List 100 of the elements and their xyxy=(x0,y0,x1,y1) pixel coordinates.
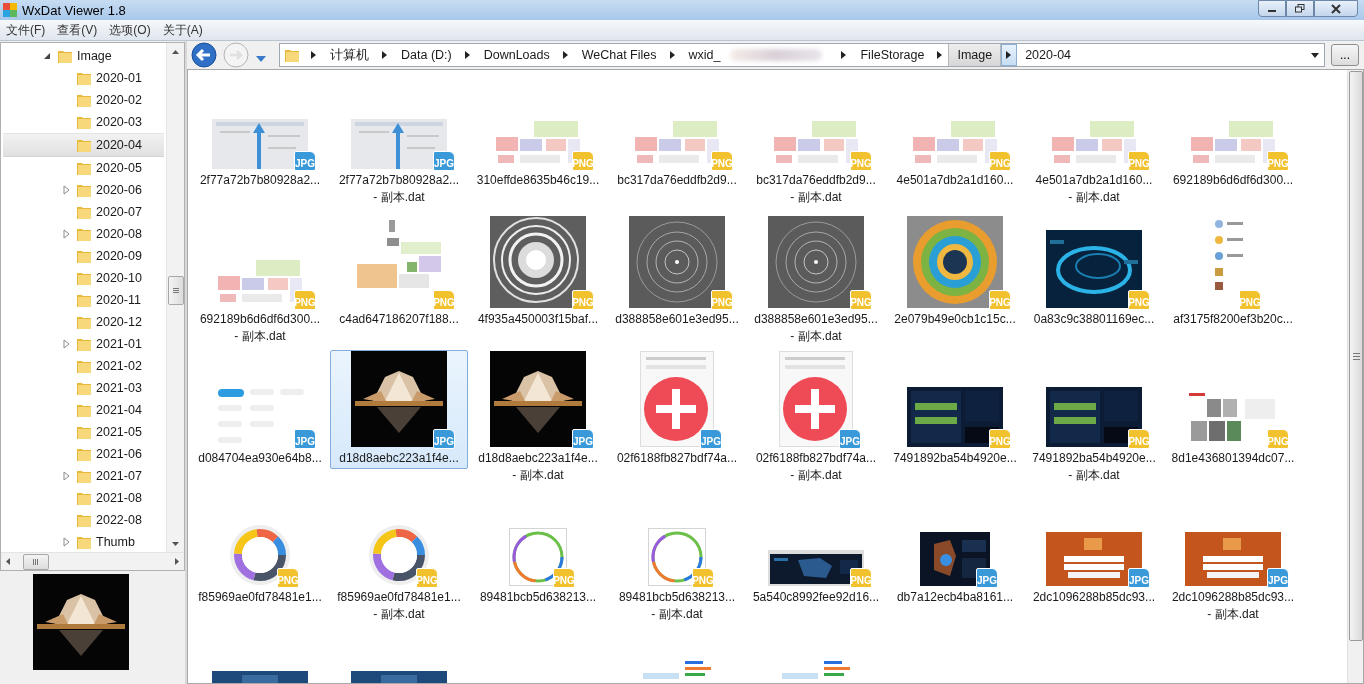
file-type-badge: PNG xyxy=(692,568,714,588)
breadcrumb-segment[interactable]: 计算机 xyxy=(322,44,377,66)
file-item[interactable]: PNG af3175f8200ef3b20c... xyxy=(1164,211,1302,330)
file-item[interactable]: PNG d388858e601e3ed95... xyxy=(608,211,746,330)
tree-item[interactable]: 2020-09 xyxy=(3,245,164,267)
folder-icon xyxy=(76,380,92,396)
tree-item[interactable]: 2020-03 xyxy=(3,111,164,133)
folder-icon xyxy=(76,534,92,550)
file-item[interactable]: JPG 2dc1096288b85dc93... xyxy=(1025,489,1163,608)
address-bar[interactable]: 计算机 Data (D:) DownLoads WeChat Files wxid_ FileStorage Image 2020-04 xyxy=(279,43,1325,67)
expand-arrow-icon[interactable] xyxy=(60,536,72,548)
tree-item[interactable]: 2020-05 xyxy=(3,157,164,179)
tree-item[interactable]: 2020-08 xyxy=(3,223,164,245)
close-button[interactable] xyxy=(1314,0,1358,17)
file-item[interactable]: JPG 02f6188fb827bdf74a... - 副本.dat xyxy=(747,350,885,486)
file-item[interactable]: PNG 4f935a450003f15baf... xyxy=(469,211,607,330)
folder-icon xyxy=(76,160,92,176)
expand-arrow-icon[interactable] xyxy=(60,470,72,482)
address-input[interactable]: 2020-04 xyxy=(1017,44,1306,66)
expand-arrow-icon[interactable] xyxy=(60,184,72,196)
horizontal-scrollbar[interactable] xyxy=(1,552,184,570)
file-item[interactable]: JPG 02f6188fb827bdf74a... xyxy=(608,350,746,469)
tree-item[interactable]: 2021-07 xyxy=(3,465,164,487)
back-button[interactable] xyxy=(191,42,217,68)
file-item[interactable]: PNG 2e079b49e0cb1c15c... xyxy=(886,211,1024,330)
tree-item[interactable]: 2020-10 xyxy=(3,267,164,289)
scrollbar-thumb[interactable] xyxy=(168,276,184,305)
file-item[interactable]: JPG 2dc1096288b85dc93... - 副本.dat xyxy=(1164,489,1302,625)
file-item[interactable]: JPG d18d8aebc223a1f4e... - 副本.dat xyxy=(469,350,607,486)
expand-arrow-icon[interactable] xyxy=(60,338,72,350)
minimize-button[interactable] xyxy=(1258,0,1286,17)
file-item[interactable]: PNG 4e501a7db2a1d160... - 副本.dat xyxy=(1025,72,1163,208)
tree-item[interactable]: 2021-02 xyxy=(3,355,164,377)
tree-item[interactable]: 2021-05 xyxy=(3,421,164,443)
menu-item[interactable]: 文件(F) xyxy=(0,21,52,39)
scrollbar-thumb[interactable] xyxy=(23,554,49,570)
expand-arrow-icon[interactable] xyxy=(60,228,72,240)
breadcrumb-segment[interactable]: FileStorage xyxy=(852,44,933,66)
breadcrumb-segment[interactable]: WeChat Files xyxy=(573,44,665,66)
file-item[interactable]: PNG 89481bcb5d638213... xyxy=(469,489,607,608)
file-name: 2f77a72b7b80928a2... - 副本.dat xyxy=(338,172,460,206)
file-item[interactable]: PNG 692189b6d6df6d300... - 副本.dat xyxy=(191,211,329,347)
tree-item[interactable]: 2020-02 xyxy=(3,89,164,111)
file-item[interactable]: PNG bc317da76eddfb2d9... xyxy=(608,72,746,191)
breadcrumb-segment[interactable]: Image xyxy=(948,44,1002,66)
file-type-badge: JPG xyxy=(294,429,316,449)
file-name: db7a12ecb4ba8161... xyxy=(896,589,1014,606)
file-item[interactable]: PNG 7491892ba54b4920e... xyxy=(886,350,1024,469)
file-item[interactable]: PNG 310effde8635b46c19... xyxy=(469,72,607,191)
file-item[interactable]: PNG bc317da76eddfb2d9... - 副本.dat xyxy=(747,72,885,208)
file-type-badge: PNG xyxy=(989,151,1011,171)
file-item[interactable]: PNG 692189b6d6df6d300... xyxy=(1164,72,1302,191)
file-item[interactable]: JPG 2f77a72b7b80928a2... xyxy=(191,72,329,191)
menu-item[interactable]: 查看(V) xyxy=(51,21,104,39)
file-name: af3175f8200ef3b20c... xyxy=(1173,311,1293,328)
chevron-icon[interactable] xyxy=(1001,44,1018,66)
tree-item[interactable]: 2021-01 xyxy=(3,333,164,355)
browse-button[interactable]: ... xyxy=(1331,44,1359,66)
breadcrumb-segment[interactable]: Data (D:) xyxy=(393,44,460,66)
tree-item[interactable]: Image xyxy=(3,45,164,67)
file-item[interactable]: PNG 5a540c8992fee92d16... xyxy=(747,489,885,608)
file-item[interactable]: JPG 2f77a72b7b80928a2... - 副本.dat xyxy=(330,72,468,208)
tree-item[interactable]: 2021-04 xyxy=(3,399,164,421)
file-item[interactable]: PNG c4ad647186207f188... xyxy=(330,211,468,330)
vertical-scrollbar[interactable] xyxy=(166,43,184,552)
tree-item[interactable]: 2020-11 xyxy=(3,289,164,311)
scroll-left-icon[interactable] xyxy=(6,558,10,565)
tree-item[interactable]: 2020-01 xyxy=(3,67,164,89)
breadcrumb-segment[interactable]: wxid_ xyxy=(680,44,729,66)
scroll-up-icon[interactable] xyxy=(172,49,179,54)
tree-item[interactable]: 2022-08 xyxy=(3,509,164,531)
file-item[interactable]: PNG f85969ae0fd78481e1... xyxy=(191,489,329,608)
file-item[interactable]: PNG 8d1e436801394dc07... xyxy=(1164,350,1302,469)
menu-item[interactable]: 关于(A) xyxy=(156,21,209,39)
tree-item[interactable]: 2020-12 xyxy=(3,311,164,333)
scrollbar-thumb[interactable] xyxy=(1349,71,1363,641)
file-item[interactable]: PNG 0a83c9c38801169ec... xyxy=(1025,211,1163,330)
folder-icon xyxy=(76,468,92,484)
selection-highlight[interactable]: JPG d18d8aebc223a1f4e... xyxy=(330,350,468,469)
file-item[interactable]: PNG 4e501a7db2a1d160... xyxy=(886,72,1024,191)
tree-item[interactable]: 2020-07 xyxy=(3,201,164,223)
tree-item[interactable]: 2021-08 xyxy=(3,487,164,509)
tree-item[interactable]: Thumb xyxy=(3,531,164,553)
file-type-badge: PNG xyxy=(850,290,872,310)
file-item[interactable]: PNG 89481bcb5d638213... - 副本.dat xyxy=(608,489,746,625)
maximize-button[interactable] xyxy=(1286,0,1314,17)
file-item[interactable]: PNG f85969ae0fd78481e1... - 副本.dat xyxy=(330,489,468,625)
file-item[interactable]: JPG db7a12ecb4ba8161... xyxy=(886,489,1024,608)
tree-item[interactable]: 2021-06 xyxy=(3,443,164,465)
menu-item[interactable]: 选项(O) xyxy=(103,21,157,39)
tree-item[interactable]: 2020-06 xyxy=(3,179,164,201)
breadcrumb-segment[interactable]: DownLoads xyxy=(475,44,558,66)
scroll-right-icon[interactable] xyxy=(175,558,179,565)
tree-item[interactable]: 2021-03 xyxy=(3,377,164,399)
file-item[interactable]: PNG 7491892ba54b4920e... - 副本.dat xyxy=(1025,350,1163,486)
file-item[interactable]: PNG d388858e601e3ed95... - 副本.dat xyxy=(747,211,885,347)
tree-item[interactable]: 2020-04 xyxy=(3,133,164,157)
vertical-scrollbar[interactable] xyxy=(1347,70,1363,683)
file-item[interactable]: JPG d084704ea930e64b8... xyxy=(191,350,329,469)
scroll-down-icon[interactable] xyxy=(172,541,179,546)
